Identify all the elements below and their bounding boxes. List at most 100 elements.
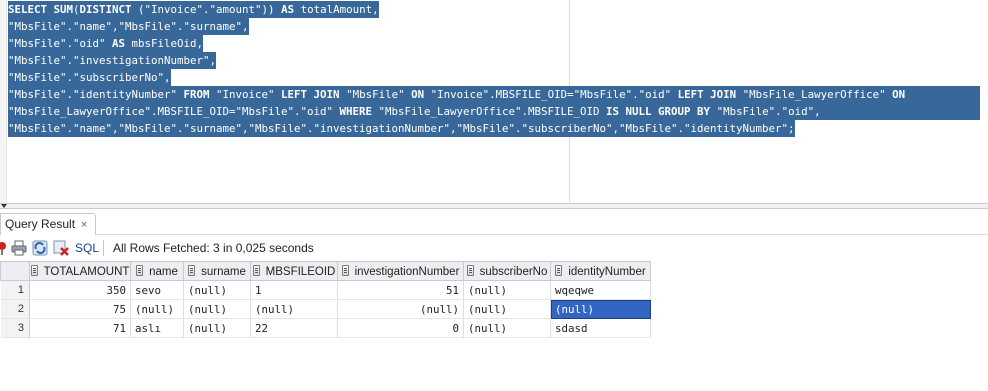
column-header[interactable]: subscriberNo <box>463 261 551 281</box>
editor-gutter <box>0 0 7 203</box>
sql-token: "MbsFile"."oid", <box>710 105 821 118</box>
sql-keyword: AS <box>112 37 126 50</box>
table-cell[interactable]: sevo <box>130 280 184 300</box>
table-cell[interactable]: 75 <box>29 299 131 319</box>
column-header-label: MBSFILEOID <box>265 265 336 278</box>
results-tab-bar: Query Result × <box>0 209 988 235</box>
column-sort-icon[interactable] <box>252 264 260 276</box>
column-header-label: identityNumber <box>568 265 646 278</box>
table-cell[interactable]: (null) <box>463 280 551 300</box>
sql-token: mbsFileOid, <box>125 37 204 50</box>
column-sort-icon[interactable] <box>341 264 349 276</box>
sql-token: ("Invoice"."amount")) <box>131 3 282 16</box>
table-cell[interactable]: 71 <box>29 318 131 338</box>
column-header[interactable]: investigationNumber <box>337 261 464 281</box>
print-icon[interactable] <box>11 240 27 256</box>
tab-query-result[interactable]: Query Result × <box>0 213 97 235</box>
column-header-label: investigationNumber <box>354 265 460 278</box>
sql-keyword: LEFT JOIN <box>281 88 340 101</box>
sql-token: "MbsFile"."identityNumber" <box>8 88 184 101</box>
results-toolbar: SQL All Rows Fetched: 3 in 0,025 seconds <box>0 236 988 260</box>
column-header[interactable]: TOTALAMOUNT <box>29 261 131 281</box>
sql-editor[interactable]: SELECT SUM(DISTINCT ("Invoice"."amount")… <box>0 0 988 203</box>
sql-keyword: IS NULL GROUP BY <box>606 105 711 118</box>
sql-token: "MbsFile"."subscriberNo", <box>8 71 171 84</box>
sql-line[interactable]: "MbsFile"."name","MbsFile"."surname", <box>8 18 249 35</box>
table-cell[interactable]: (null) <box>463 299 551 319</box>
sql-line[interactable]: "MbsFile_LawyerOffice".MBSFILE_OID="MbsF… <box>8 103 980 120</box>
sql-keyword: ON <box>892 88 906 101</box>
sql-text[interactable]: SELECT SUM(DISTINCT ("Invoice"."amount")… <box>8 1 980 137</box>
table-cell[interactable]: wqeqwe <box>550 280 651 300</box>
sql-token: "MbsFile" <box>339 88 412 101</box>
sql-token: "Invoice" <box>209 88 282 101</box>
sql-line[interactable]: "MbsFile"."name","MbsFile"."surname","Mb… <box>8 120 795 137</box>
table-row[interactable]: 2 75 (null) (null) (null) (null) (null) (null) <box>0 299 651 319</box>
sql-token: "MbsFile"."oid" <box>8 37 113 50</box>
sql-token: "MbsFile"."name","MbsFile"."surname", <box>8 20 249 33</box>
tab-query-result-label: Query Result <box>5 217 76 231</box>
column-header[interactable]: MBSFILEOID <box>250 261 338 281</box>
sql-keyword: DISTINCT <box>79 3 132 16</box>
column-header-label: surname <box>201 265 246 278</box>
column-header[interactable]: name <box>130 261 184 281</box>
row-number[interactable]: 2 <box>0 299 30 319</box>
column-sort-icon[interactable] <box>188 264 196 276</box>
row-number[interactable]: 1 <box>0 280 30 300</box>
sql-token: "Invoice".MBSFILE_OID="MbsFile"."oid" <box>424 88 678 101</box>
column-header-label: TOTALAMOUNT <box>43 265 130 278</box>
table-cell[interactable]: 22 <box>250 318 338 338</box>
grid-header-row: TOTALAMOUNT name surname MBSFILEOID inve… <box>0 261 651 281</box>
sql-keyword: FROM <box>183 88 210 101</box>
sql-line[interactable]: "MbsFile"."identityNumber" FROM "Invoice… <box>8 86 980 103</box>
sql-token: "MbsFile_LawyerOffice".MBSFILE_OID <box>372 105 607 118</box>
table-cell[interactable]: sdasd <box>550 318 651 338</box>
tab-close-icon[interactable]: × <box>81 219 87 231</box>
sql-token: "MbsFile"."investigationNumber", <box>8 54 217 67</box>
column-sort-icon[interactable] <box>466 264 474 276</box>
table-cell[interactable]: (null) <box>337 299 464 319</box>
table-cell[interactable]: (null) <box>130 299 184 319</box>
sql-keyword: AS <box>281 3 295 16</box>
table-cell[interactable]: 350 <box>29 280 131 300</box>
table-cell[interactable]: (null) <box>250 299 338 319</box>
refresh-icon[interactable] <box>32 240 48 256</box>
results-grid[interactable]: TOTALAMOUNT name surname MBSFILEOID inve… <box>0 261 651 338</box>
sql-line[interactable]: "MbsFile"."oid" AS mbsFileOid, <box>8 35 204 52</box>
sql-token: "MbsFile_LawyerOffice".MBSFILE_OID="MbsF… <box>8 105 340 118</box>
column-sort-icon[interactable] <box>30 264 38 276</box>
column-header[interactable]: surname <box>183 261 251 281</box>
sql-line[interactable]: "MbsFile"."investigationNumber", <box>8 52 217 69</box>
sql-token: totalAmount, <box>294 3 379 16</box>
table-cell[interactable]: 0 <box>337 318 464 338</box>
sql-token: "MbsFile_LawyerOffice" <box>736 88 893 101</box>
row-number-header <box>0 261 30 281</box>
sql-line[interactable]: "MbsFile"."subscriberNo", <box>8 69 171 86</box>
row-number[interactable]: 3 <box>0 318 30 338</box>
column-header-label: subscriberNo <box>479 265 548 278</box>
column-sort-icon[interactable] <box>555 264 563 276</box>
sql-keyword: SELECT SUM <box>8 3 74 16</box>
collapse-arrow-icon[interactable] <box>1 204 7 208</box>
cancel-query-icon[interactable] <box>53 240 69 256</box>
table-cell[interactable]: (null) <box>550 299 651 319</box>
column-header[interactable]: identityNumber <box>550 261 651 281</box>
table-row[interactable]: 3 71 aslı (null) 22 0 (null) sdasd <box>0 318 651 338</box>
table-cell[interactable]: (null) <box>183 299 251 319</box>
column-header-label: name <box>149 265 178 278</box>
table-row[interactable]: 1 350 sevo (null) 1 51 (null) wqeqwe <box>0 280 651 300</box>
fetch-status: All Rows Fetched: 3 in 0,025 seconds <box>113 241 314 255</box>
table-cell[interactable]: (null) <box>183 280 251 300</box>
toolbar-separator <box>103 240 104 256</box>
table-cell[interactable]: 51 <box>337 280 464 300</box>
table-cell[interactable]: 1 <box>250 280 338 300</box>
column-sort-icon[interactable] <box>136 264 144 276</box>
sql-token: "MbsFile"."name","MbsFile"."surname","Mb… <box>8 122 795 135</box>
table-cell[interactable]: aslı <box>130 318 184 338</box>
table-cell[interactable]: (null) <box>183 318 251 338</box>
sql-line[interactable]: SELECT SUM(DISTINCT ("Invoice"."amount")… <box>8 1 379 18</box>
table-cell[interactable]: (null) <box>463 318 551 338</box>
sql-link[interactable]: SQL <box>75 241 99 255</box>
sql-keyword: LEFT JOIN <box>677 88 737 101</box>
sql-keyword: WHERE <box>339 105 373 118</box>
